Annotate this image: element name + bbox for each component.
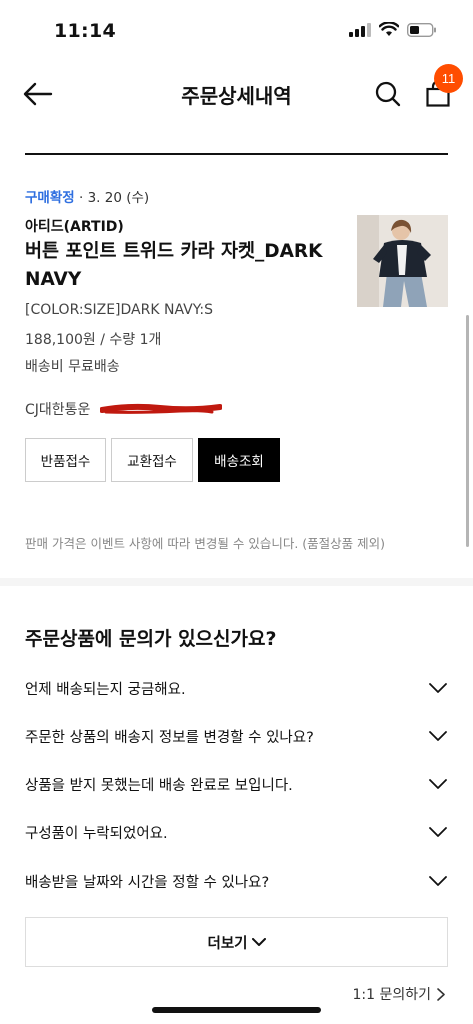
order-status-line: 구매확정 · 3. 20 (수) xyxy=(25,186,149,206)
chevron-down-icon xyxy=(251,937,266,946)
faq-item[interactable]: 배송받을 날짜와 시간을 정할 수 있나요? xyxy=(25,866,448,896)
cellular-signal-icon xyxy=(349,22,371,37)
chevron-down-icon xyxy=(428,822,448,842)
redacted-tracking-number xyxy=(100,403,222,414)
chevron-down-icon xyxy=(428,726,448,746)
chevron-down-icon xyxy=(428,774,448,794)
order-status-label: 구매확정 xyxy=(25,190,75,206)
faq-item[interactable]: 주문한 상품의 배송지 정보를 변경할 수 있나요? xyxy=(25,721,448,751)
status-bar: 11:14 xyxy=(0,0,473,62)
faq-question: 구성품이 누락되었어요. xyxy=(25,825,168,842)
chevron-right-icon xyxy=(437,987,445,1001)
faq-question: 상품을 받지 못했는데 배송 완료로 보입니다. xyxy=(25,777,293,794)
exchange-request-button[interactable]: 교환접수 xyxy=(111,438,193,482)
chevron-down-icon xyxy=(428,871,448,891)
section-divider xyxy=(25,153,448,155)
inquiry-label: 1:1 문의하기 xyxy=(352,987,431,1003)
search-button[interactable] xyxy=(370,76,406,112)
faq-title: 주문상품에 문의가 있으신가요? xyxy=(25,628,277,650)
app-header: 주문상세내역 xyxy=(0,62,473,128)
battery-icon xyxy=(407,22,436,37)
faq-item[interactable]: 상품을 받지 못했는데 배송 완료로 보입니다. xyxy=(25,769,448,799)
scrollbar-thumb[interactable] xyxy=(466,315,469,547)
chevron-down-icon xyxy=(428,678,448,698)
status-time: 11:14 xyxy=(54,20,116,42)
product-name[interactable]: 버튼 포인트 트위드 카라 자켓_DARK NAVY xyxy=(25,238,335,294)
faq-question: 주문한 상품의 배송지 정보를 변경할 수 있나요? xyxy=(25,729,314,746)
order-date: · 3. 20 (수) xyxy=(78,190,150,206)
faq-question: 언제 배송되는지 궁금해요. xyxy=(25,681,186,698)
cart-count-badge: 11 xyxy=(434,64,463,93)
one-on-one-inquiry-link[interactable]: 1:1 문의하기 xyxy=(352,984,445,1004)
product-image[interactable] xyxy=(357,215,448,307)
status-icons xyxy=(349,22,437,37)
return-request-button[interactable]: 반품접수 xyxy=(25,438,106,482)
faq-item[interactable]: 구성품이 누락되었어요. xyxy=(25,817,448,847)
section-separator xyxy=(0,578,473,586)
faq-more-button[interactable]: 더보기 xyxy=(25,917,448,967)
product-option: [COLOR:SIZE]DARK NAVY:S xyxy=(25,302,214,318)
price-quantity: 188,100원 / 수량 1개 xyxy=(25,332,162,348)
brand-name[interactable]: 아티드(ARTID) xyxy=(25,216,124,236)
product-photo xyxy=(357,215,448,307)
wifi-icon xyxy=(379,22,399,36)
home-indicator[interactable] xyxy=(152,1007,321,1013)
faq-question: 배송받을 날짜와 시간을 정할 수 있나요? xyxy=(25,874,270,891)
search-icon xyxy=(375,81,401,107)
faq-more-label: 더보기 xyxy=(207,935,248,952)
faq-item[interactable]: 언제 배송되는지 궁금해요. xyxy=(25,673,448,703)
price-notice: 판매 가격은 이벤트 사항에 따라 변경될 수 있습니다. (품절상품 제외) xyxy=(25,536,385,551)
track-delivery-button[interactable]: 배송조회 xyxy=(198,438,280,482)
courier-name: CJ대한통운 xyxy=(25,402,91,418)
shipping-fee: 배송비 무료배송 xyxy=(25,359,120,375)
